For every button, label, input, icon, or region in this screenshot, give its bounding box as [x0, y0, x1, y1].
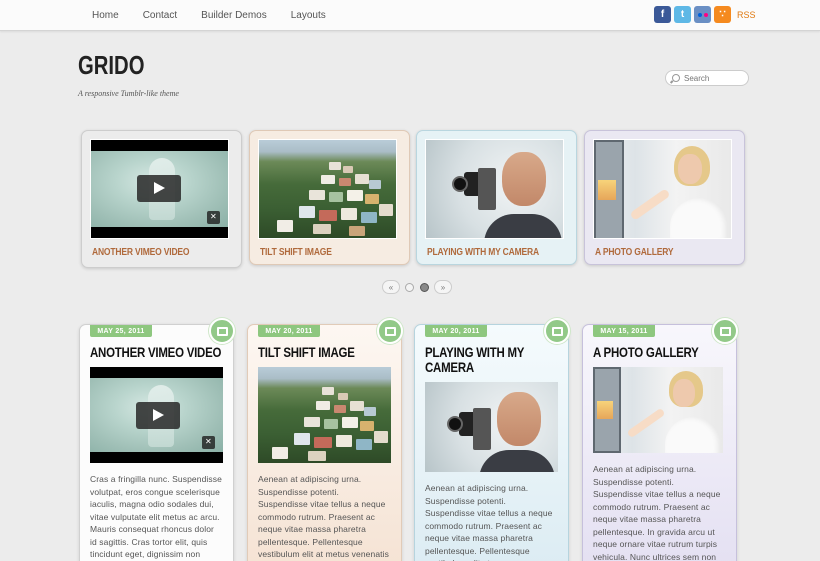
rss-icon[interactable]: ∵	[714, 6, 731, 23]
slide-camera[interactable]: PLAYING WITH MY CAMERA	[416, 130, 577, 265]
video-thumbnail[interactable]	[90, 139, 229, 239]
twitter-icon[interactable]: t	[674, 6, 691, 23]
slide-vimeo-video[interactable]: ANOTHER VIMEO VIDEO	[81, 130, 242, 268]
search-icon	[672, 74, 680, 82]
post-image[interactable]	[425, 382, 558, 472]
post-image[interactable]	[258, 367, 391, 463]
nav-home[interactable]: Home	[92, 10, 119, 21]
facebook-icon[interactable]: f	[654, 6, 671, 23]
post-card: MAY 15, 2011 A PHOTO GALLERY Aenean at a…	[582, 318, 738, 561]
fullscreen-icon[interactable]	[207, 211, 220, 224]
post-title[interactable]: PLAYING WITH MY CAMERA	[425, 345, 556, 375]
slide-gallery[interactable]: A PHOTO GALLERY	[584, 130, 745, 265]
post-video[interactable]	[90, 367, 223, 463]
nav-builder-demos[interactable]: Builder Demos	[201, 10, 267, 21]
gallery-image[interactable]	[593, 139, 732, 239]
post-date: MAY 15, 2011	[593, 325, 655, 337]
post-card: MAY 20, 2011 TILT SHIFT IMAGE Aenean at …	[247, 318, 403, 561]
top-navigation-bar: Home Contact Builder Demos Layouts f t ∵…	[0, 0, 820, 31]
post-date: MAY 20, 2011	[258, 325, 320, 337]
play-icon[interactable]	[136, 402, 180, 429]
slide-caption[interactable]: ANOTHER VIMEO VIDEO	[92, 247, 212, 258]
post-title[interactable]: TILT SHIFT IMAGE	[258, 345, 389, 360]
video-post-icon[interactable]	[209, 318, 235, 344]
search-input[interactable]	[684, 73, 744, 83]
slider-pager: « »	[382, 280, 452, 294]
slide-tilt-shift[interactable]: TILT SHIFT IMAGE	[249, 130, 410, 265]
camera-image[interactable]	[425, 139, 564, 239]
nav-layouts[interactable]: Layouts	[291, 10, 326, 21]
rss-link[interactable]: RSS	[737, 10, 756, 20]
image-post-icon[interactable]	[377, 318, 403, 344]
post-title[interactable]: A PHOTO GALLERY	[593, 345, 724, 360]
slide-caption[interactable]: PLAYING WITH MY CAMERA	[427, 247, 547, 258]
post-date: MAY 20, 2011	[425, 325, 487, 337]
post-body: Aenean at adipiscing urna. Suspendisse p…	[258, 474, 389, 559]
site-tagline: A responsive Tumblr-like theme	[78, 89, 179, 98]
slider-next-button[interactable]: »	[434, 280, 452, 294]
image-post-icon[interactable]	[544, 318, 570, 344]
post-card: MAY 20, 2011 PLAYING WITH MY CAMERA Aene…	[414, 318, 570, 561]
search-box[interactable]	[665, 70, 749, 86]
slider-dot-active[interactable]	[420, 282, 429, 292]
post-image[interactable]	[593, 367, 723, 453]
main-nav: Home Contact Builder Demos Layouts	[92, 0, 350, 31]
slide-caption[interactable]: A PHOTO GALLERY	[595, 247, 715, 258]
post-date: MAY 25, 2011	[90, 325, 152, 337]
fullscreen-icon[interactable]	[202, 436, 215, 449]
slider-dot[interactable]	[405, 282, 414, 292]
flickr-icon[interactable]	[694, 6, 711, 23]
post-body: Cras a fringilla nunc. Suspendisse volut…	[90, 474, 222, 559]
post-title[interactable]: ANOTHER VIMEO VIDEO	[90, 345, 221, 360]
post-card: MAY 25, 2011 ANOTHER VIMEO VIDEO Cras a …	[79, 318, 235, 561]
nav-contact[interactable]: Contact	[143, 10, 177, 21]
gallery-post-icon[interactable]	[712, 318, 738, 344]
social-links: f t ∵ RSS	[654, 6, 756, 23]
slide-caption[interactable]: TILT SHIFT IMAGE	[260, 247, 380, 258]
post-body: Aenean at adipiscing urna. Suspendisse p…	[593, 464, 721, 561]
play-icon[interactable]	[137, 175, 181, 202]
post-body: Aenean at adipiscing urna. Suspendisse p…	[425, 483, 553, 561]
site-logo[interactable]: GRIDO	[78, 50, 144, 81]
slider-prev-button[interactable]: «	[382, 280, 400, 294]
tilt-shift-image[interactable]	[258, 139, 397, 239]
